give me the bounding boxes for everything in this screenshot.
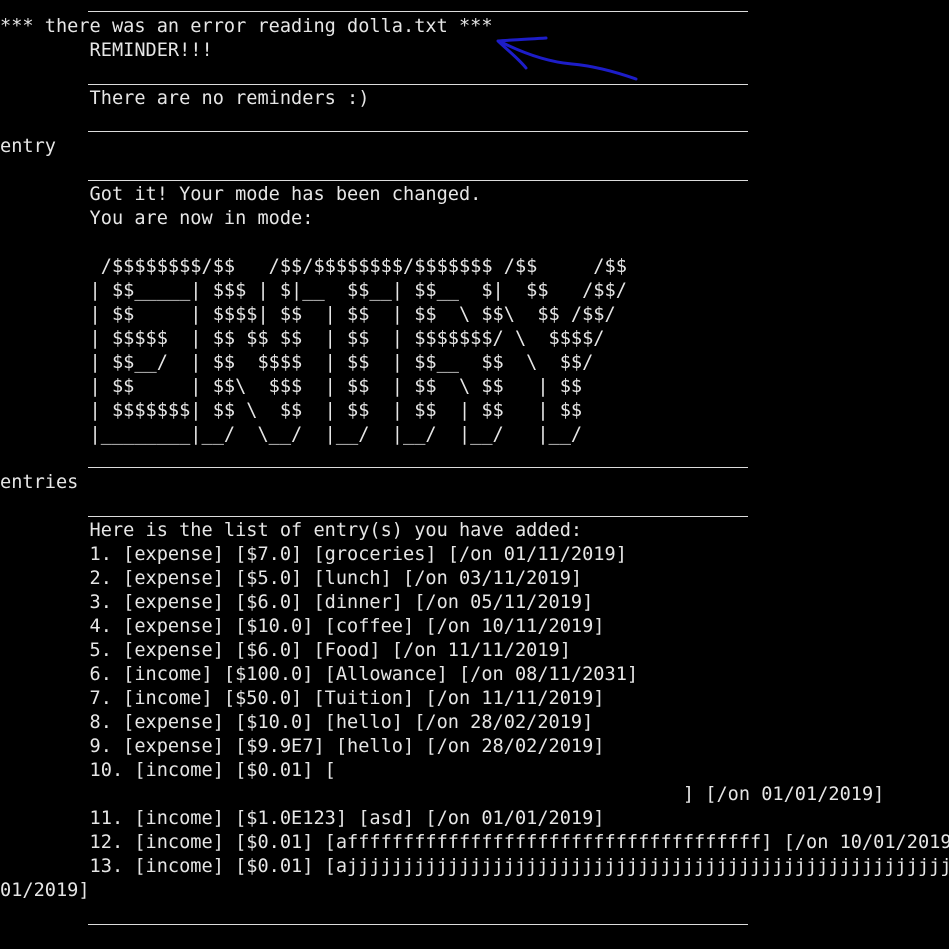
- entries-list-heading: Here is the list of entry(s) you have ad…: [0, 520, 583, 541]
- entry-row: 7. [income] [$50.0] [Tuition] [/on 11/11…: [0, 688, 605, 709]
- entry-row: 8. [expense] [$10.0] [hello] [/on 28/02/…: [0, 712, 594, 733]
- separator-line: [88, 467, 748, 468]
- entry-row: 13. [income] [$0.01] [ajjjjjjjjjjjjjjjjj…: [89, 856, 949, 877]
- ascii-banner-line: | $$ | $$$$| $$ | $$ | $$ \ $$\ $$ /$$/: [0, 304, 616, 325]
- mode-change-message: Got it! Your mode has been changed.: [0, 184, 482, 205]
- entry-row: 4. [expense] [$10.0] [coffee] [/on 10/11…: [0, 616, 605, 637]
- error-message: *** there was an error reading dolla.txt…: [0, 16, 493, 37]
- entry-row: 6. [income] [$100.0] [Allowance] [/on 08…: [0, 664, 639, 685]
- reminder-heading: REMINDER!!!: [0, 40, 213, 61]
- separator-line: [88, 11, 748, 12]
- ascii-banner-line: | $$__/ | $$ $$$$ | $$ | $$__ $$ \ $$/: [0, 352, 594, 373]
- separator-line: [88, 516, 748, 517]
- separator-line: [88, 180, 748, 181]
- ascii-banner-line: /$$$$$$$$/$$ /$$/$$$$$$$$/$$$$$$$ /$$ /$…: [0, 256, 627, 277]
- reminder-status: There are no reminders :): [0, 88, 370, 109]
- ascii-banner-line: | $$$$$$$| $$ \ $$ | $$ | $$ | $$ | $$: [0, 400, 583, 421]
- separator-line: [88, 924, 748, 925]
- entry-row: 3. [expense] [$6.0] [dinner] [/on 05/11/…: [0, 592, 594, 613]
- ascii-banner-line: | $$$$$ | $$ $$ $$ | $$ | $$$$$$$/ \ $$$…: [0, 328, 605, 349]
- entry-row: 10. [income] [$0.01] [: [0, 760, 336, 781]
- ascii-banner-line: | $$_____| $$$ | $|__ $$__| $$__ $| $$ /…: [0, 280, 627, 301]
- entry-row: 5. [expense] [$6.0] [Food] [/on 11/11/20…: [0, 640, 571, 661]
- entry-row: 2. [expense] [$5.0] [lunch] [/on 03/11/2…: [0, 568, 583, 589]
- entry-row: 11. [income] [$1.0E123] [asd] [/on 01/01…: [0, 808, 605, 829]
- entry-row-continuation: 01/2019]: [0, 880, 90, 901]
- mode-label: You are now in mode:: [0, 208, 314, 229]
- user-command-entry: entry: [0, 136, 56, 157]
- entry-row-continuation: ] [/on 01/01/2019]: [0, 784, 885, 805]
- separator-line: [88, 84, 748, 85]
- entry-row: 1. [expense] [$7.0] [groceries] [/on 01/…: [0, 544, 627, 565]
- ascii-banner-line: |________|__/ \__/ |__/ |__/ |__/ |__/: [0, 424, 583, 445]
- separator-line: [88, 131, 748, 132]
- entry-row: 9. [expense] [$9.9E7] [hello] [/on 28/02…: [0, 736, 605, 757]
- terminal-window[interactable]: *** there was an error reading dolla.txt…: [0, 0, 949, 949]
- ascii-banner-line: | $$ | $$\ $$$ | $$ | $$ \ $$ | $$: [0, 376, 583, 397]
- entry-row: 12. [income] [$0.01] [afffffffffffffffff…: [0, 832, 949, 853]
- user-command-entries: entries: [0, 472, 79, 493]
